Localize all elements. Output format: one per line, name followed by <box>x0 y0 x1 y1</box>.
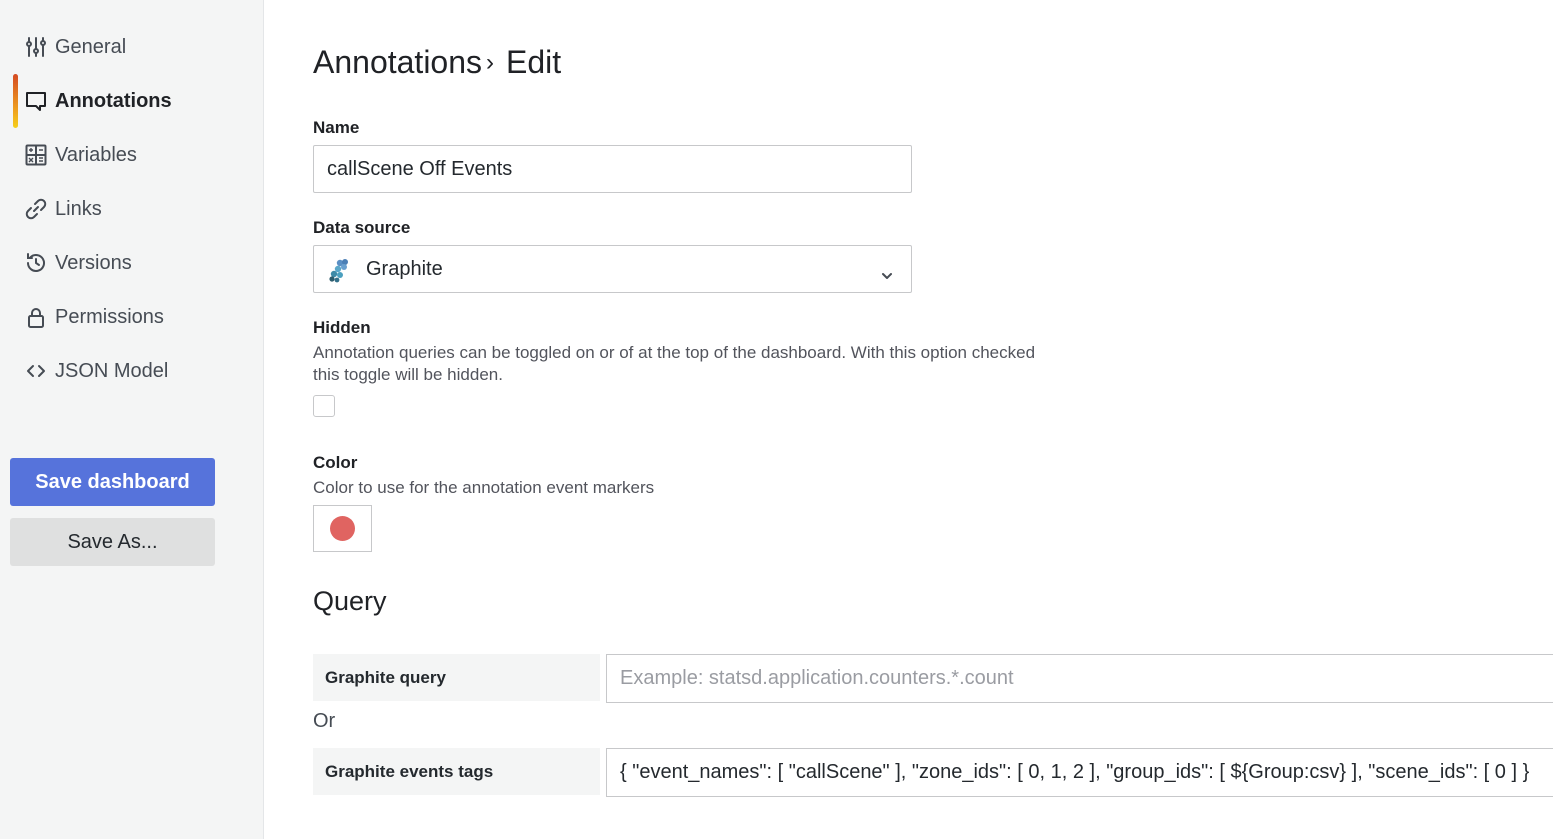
code-brackets-icon <box>25 360 47 382</box>
graphite-query-placeholder: Example: statsd.application.counters.*.c… <box>620 667 1014 689</box>
sidebar-item-label: JSON Model <box>55 359 169 382</box>
datasource-select[interactable]: Graphite <box>313 245 912 293</box>
graphite-logo-icon <box>326 257 352 289</box>
color-label: Color <box>313 453 358 472</box>
hidden-checkbox[interactable] <box>313 395 335 417</box>
sidebar-item-permissions[interactable]: Permissions <box>0 297 263 337</box>
name-value: callScene Off Events <box>327 157 513 180</box>
comment-icon <box>25 90 47 112</box>
color-picker[interactable] <box>313 505 372 552</box>
sidebar-item-versions[interactable]: Versions <box>0 243 263 283</box>
breadcrumb-parent[interactable]: Annotations <box>313 44 482 80</box>
hidden-label: Hidden <box>313 318 371 337</box>
breadcrumb-current: Edit <box>506 44 562 80</box>
graphite-events-tags-value: { "event_names": [ "callScene" ], "zone_… <box>620 761 1530 783</box>
graphite-query-label: Graphite query <box>313 654 600 701</box>
name-label: Name <box>313 118 360 137</box>
or-label: Or <box>313 710 336 732</box>
save-dashboard-button[interactable]: Save dashboard <box>10 458 215 506</box>
link-icon <box>25 198 47 220</box>
datasource-value: Graphite <box>366 257 443 280</box>
lock-icon <box>25 306 47 328</box>
sidebar-item-variables[interactable]: Variables <box>0 135 263 175</box>
sidebar-item-label: Annotations <box>55 89 172 112</box>
history-icon <box>25 252 47 274</box>
sidebar-item-label: General <box>55 35 127 58</box>
graphite-query-input[interactable]: Example: statsd.application.counters.*.c… <box>606 654 1553 703</box>
sidebar-item-links[interactable]: Links <box>0 189 263 229</box>
page-title: Annotations › Edit <box>313 44 561 81</box>
settings-sidebar: General Annotations Variables Links Vers… <box>0 0 264 839</box>
color-swatch <box>330 516 355 541</box>
calculator-icon <box>25 144 47 166</box>
hidden-description: Annotation queries can be toggled on or … <box>313 343 1036 384</box>
sidebar-item-label: Versions <box>55 251 132 274</box>
sliders-icon <box>25 36 47 58</box>
query-section-title: Query <box>313 586 387 616</box>
color-description: Color to use for the annotation event ma… <box>313 478 655 497</box>
sidebar-item-label: Links <box>55 197 102 220</box>
datasource-label: Data source <box>313 218 411 237</box>
graphite-events-tags-label: Graphite events tags <box>313 748 600 795</box>
name-input[interactable]: callScene Off Events <box>313 145 912 193</box>
sidebar-item-json-model[interactable]: JSON Model <box>0 351 263 391</box>
sidebar-item-general[interactable]: General <box>0 27 263 67</box>
chevron-down-icon <box>881 264 893 287</box>
sidebar-item-label: Permissions <box>55 305 164 328</box>
sidebar-item-annotations[interactable]: Annotations <box>0 81 263 121</box>
breadcrumb-separator: › <box>486 49 495 76</box>
graphite-events-tags-input[interactable]: { "event_names": [ "callScene" ], "zone_… <box>606 748 1553 797</box>
save-as-button[interactable]: Save As... <box>10 518 215 566</box>
sidebar-item-label: Variables <box>55 143 137 166</box>
